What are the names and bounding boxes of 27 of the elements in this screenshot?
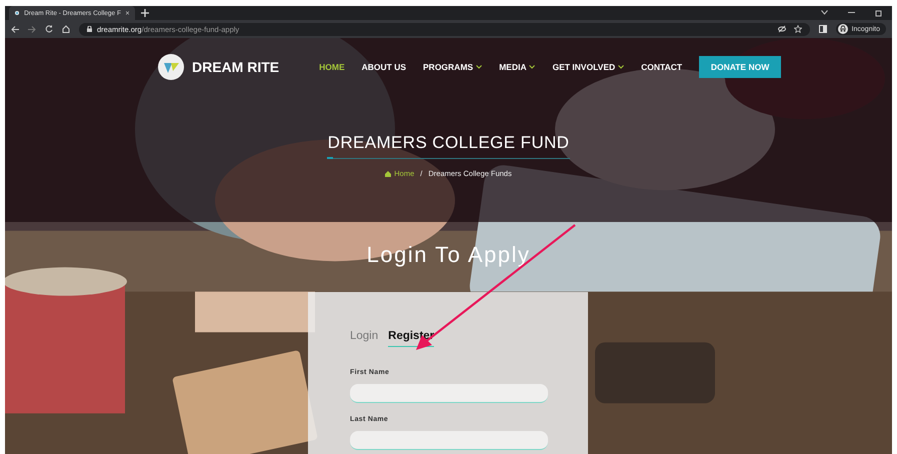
forward-icon[interactable] — [28, 26, 36, 32]
nav-link[interactable]: CONTACT — [641, 62, 682, 72]
chevron-icon[interactable] — [821, 10, 828, 14]
page-title: DREAMERS COLLEGE FUND — [326, 133, 570, 159]
nav-link[interactable]: HOME — [319, 62, 345, 72]
star-icon[interactable] — [794, 25, 802, 33]
input-field[interactable] — [350, 384, 548, 403]
new-tab-icon[interactable] — [141, 9, 149, 17]
logo-icon[interactable] — [158, 54, 184, 80]
nav-link[interactable]: ABOUT US — [362, 62, 406, 72]
nav-link[interactable]: MEDIA — [499, 62, 536, 72]
home-icon — [385, 170, 392, 176]
input-field[interactable] — [350, 431, 548, 450]
eye-slash-icon[interactable] — [778, 25, 786, 33]
close-icon[interactable] — [126, 10, 129, 16]
side-panel-icon[interactable] — [818, 25, 827, 33]
brand-name[interactable]: DREAM RITE — [192, 59, 280, 75]
minimize-icon[interactable] — [848, 10, 855, 14]
reload-icon[interactable] — [45, 25, 53, 33]
favicon-icon — [15, 9, 20, 17]
nav-link[interactable]: GET INVOLVED — [552, 62, 624, 72]
lock-icon — [87, 26, 92, 32]
home-icon[interactable] — [62, 25, 70, 33]
nav-link[interactable]: PROGRAMS — [423, 62, 482, 72]
back-icon[interactable] — [11, 26, 19, 32]
incognito-icon — [838, 24, 848, 34]
restore-icon[interactable] — [875, 10, 882, 16]
